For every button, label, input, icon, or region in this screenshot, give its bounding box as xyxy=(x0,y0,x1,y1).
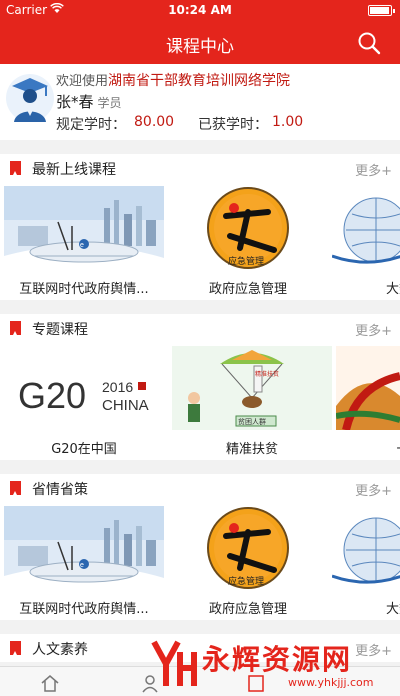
course-title: 大数据时 xyxy=(385,602,400,617)
section-title: 人文素养 xyxy=(32,642,88,658)
course-title: 互联网时代政府舆情... xyxy=(19,282,149,297)
course-card[interactable]: 大数据时 xyxy=(332,182,400,300)
course-thumbnail-bigdata xyxy=(332,506,400,590)
watermark: 永辉资源网 www.yhkjjj.com xyxy=(148,634,400,696)
course-title: 政府应急管理 xyxy=(208,282,287,297)
watermark-text: 永辉资源网 xyxy=(202,643,353,676)
g20-year: 2016 xyxy=(102,379,133,395)
emergency-logo-text: 应急管理 xyxy=(228,255,264,267)
watermark-logo xyxy=(150,638,198,690)
clock: 10:24 AM xyxy=(168,3,232,17)
course-thumbnail-internet: e xyxy=(4,506,164,590)
user-name: 张*春 xyxy=(56,93,94,111)
course-card[interactable]: e 互联网时代政府舆情... xyxy=(4,502,164,620)
avatar[interactable] xyxy=(6,72,54,124)
status-bar: Carrier 10:24 AM xyxy=(0,0,400,20)
welcome-prefix: 欢迎使用 xyxy=(56,74,109,89)
course-title: 大数据时 xyxy=(385,282,400,297)
course-card[interactable]: 一带一 xyxy=(336,342,400,460)
earned-hours-value: 1.00 xyxy=(272,114,304,130)
svg-text:e: e xyxy=(80,562,84,569)
poverty-label: 贫困人群 xyxy=(238,417,266,426)
course-title: G20在中国 xyxy=(51,442,117,457)
course-card[interactable]: G20 2016 CHINA G20在中国 xyxy=(4,342,164,460)
section-title: 专题课程 xyxy=(32,322,88,338)
course-card[interactable]: 大数据时 xyxy=(332,502,400,620)
section-title: 最新上线课程 xyxy=(32,162,116,178)
svg-text:e: e xyxy=(80,242,84,249)
course-card[interactable]: e 互联网时代政府舆情... xyxy=(4,182,164,300)
watermark-url: www.yhkjjj.com xyxy=(288,676,374,689)
bookmark-icon xyxy=(10,161,21,175)
course-row-latest: e 互联网时代政府舆情... 应急管理 政府应急管理 大 xyxy=(0,182,400,300)
welcome-line: 欢迎使用湖南省干部教育培训网络学院 xyxy=(56,70,290,90)
course-title: 精准扶贫 xyxy=(225,442,278,457)
bookmark-icon xyxy=(10,481,21,495)
course-card[interactable]: 精准扶贫 贫困人群 精准扶贫 xyxy=(172,342,332,460)
course-title: 政府应急管理 xyxy=(208,602,287,617)
page-title: 课程中心 xyxy=(166,37,234,57)
section-header-topics: 专题课程 更多+ xyxy=(0,314,400,342)
course-thumbnail-beltroad xyxy=(336,346,400,430)
required-hours-value: 80.00 xyxy=(134,114,175,130)
more-link[interactable]: 更多+ xyxy=(355,160,392,179)
organization-name: 湖南省干部教育培训网络学院 xyxy=(108,73,291,89)
course-thumbnail-g20: G20 2016 CHINA xyxy=(4,346,164,430)
bookmark-icon xyxy=(10,641,21,655)
course-thumbnail-emergency: 应急管理 xyxy=(168,186,328,270)
course-title: 互联网时代政府舆情... xyxy=(19,602,149,617)
user-name-row: 张*春 学员 xyxy=(56,91,122,112)
emergency-logo-text: 应急管理 xyxy=(228,575,264,587)
more-link[interactable]: 更多+ xyxy=(355,480,392,499)
course-card[interactable]: 应急管理 政府应急管理 xyxy=(168,182,328,300)
user-role: 学员 xyxy=(97,96,122,110)
bookmark-icon xyxy=(10,321,21,335)
battery-icon xyxy=(368,5,395,16)
g20-china: CHINA xyxy=(102,397,149,414)
course-thumbnail-poverty: 精准扶贫 贫困人群 xyxy=(172,346,332,430)
required-hours-label: 规定学时： xyxy=(56,117,126,133)
course-thumbnail-emergency: 应急管理 xyxy=(168,506,328,590)
search-icon[interactable] xyxy=(356,30,382,56)
home-icon[interactable] xyxy=(40,673,60,693)
earned-hours-label: 已获学时： xyxy=(198,117,268,133)
course-row-topics: G20 2016 CHINA G20在中国 精准扶贫 贫困人群 精准扶贫 xyxy=(0,342,400,460)
course-thumbnail-internet: e xyxy=(4,186,164,270)
more-link[interactable]: 更多+ xyxy=(355,320,392,339)
user-profile-panel: 欢迎使用湖南省干部教育培训网络学院 张*春 学员 规定学时： 80.00 已获学时… xyxy=(0,64,400,140)
course-title: 一带一 xyxy=(336,438,400,457)
course-card[interactable]: 应急管理 政府应急管理 xyxy=(168,502,328,620)
section-header-latest: 最新上线课程 更多+ xyxy=(0,154,400,182)
course-thumbnail-bigdata xyxy=(332,186,400,270)
section-title: 省情省策 xyxy=(32,482,88,498)
course-row-province: e 互联网时代政府舆情... 应急管理 政府应急管理 大 xyxy=(0,502,400,620)
poverty-banner: 精准扶贫 xyxy=(255,370,279,378)
section-header-province: 省情省策 更多+ xyxy=(0,474,400,502)
nav-bar: 课程中心 xyxy=(0,20,400,64)
g20-text: G20 xyxy=(18,375,86,416)
